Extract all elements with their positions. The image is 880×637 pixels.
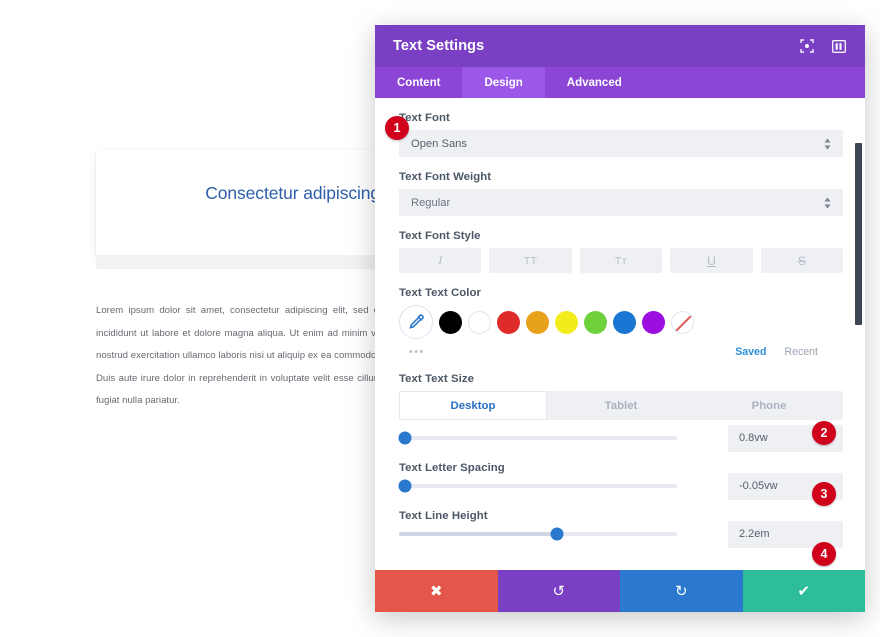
strikethrough-button[interactable]: S [760,248,844,273]
modal-header-icons [799,38,847,54]
modal-scrollbar-thumb[interactable] [855,143,862,325]
color-meta-row: ••• Saved Recent [399,345,843,359]
modal-title: Text Settings [393,38,485,54]
field-text-line-height: Text Line Height 2.2em [399,510,843,548]
device-tab-tablet[interactable]: Tablet [547,391,695,420]
letter-spacing-slider-row: -0.05vw [398,472,843,500]
text-font-weight-select[interactable]: Regular [399,189,843,216]
swatch-none[interactable] [671,310,694,334]
line-height-slider-thumb[interactable] [550,527,564,541]
modal-scrollbar-track[interactable] [855,98,862,570]
text-font-style-label: Text Font Style [399,230,481,242]
field-text-font: Text Font Open Sans [399,112,843,157]
text-settings-modal: Text Settings Content Design Advanced Te… [375,25,865,612]
letter-spacing-slider-track[interactable] [398,479,677,493]
text-size-slider-row: 0.8vw [398,424,843,452]
tab-design[interactable]: Design [462,67,545,98]
cancel-button[interactable]: ✖ [375,570,498,612]
annotation-badge-4: 4 [812,542,836,566]
expand-icon[interactable] [799,38,815,54]
swatch-white[interactable] [468,310,491,334]
modal-footer: ✖ ↺ ↻ ✔ [375,570,865,612]
capitalize-button[interactable]: Tᴛ [579,248,663,273]
text-font-select[interactable]: Open Sans [399,130,843,157]
annotation-badge-1: 1 [385,116,409,140]
device-tab-group: Desktop Tablet Phone [399,391,843,420]
field-text-text-color: Text Text Color ••• Saved Recent [399,287,843,359]
annotation-badge-2: 2 [812,421,836,445]
annotation-badge-3: 3 [812,482,836,506]
uppercase-button[interactable]: TT [489,248,572,273]
font-style-button-group: I TT Tᴛ U S [399,248,844,273]
layout-columns-icon[interactable] [831,38,847,54]
swatch-green[interactable] [584,310,607,334]
text-font-weight-label: Text Font Weight [399,171,492,183]
modal-tabs: Content Design Advanced [375,67,865,98]
swatch-blue[interactable] [613,310,636,334]
text-size-slider-thumb[interactable] [398,431,412,445]
modal-header: Text Settings [375,25,865,67]
text-text-color-label: Text Text Color [399,287,481,299]
text-font-value: Open Sans [411,137,467,150]
italic-button[interactable]: I [399,248,482,273]
field-text-letter-spacing: Text Letter Spacing -0.05vw [398,462,843,500]
text-font-weight-value: Regular [411,196,451,209]
chevron-updown-icon [824,138,831,149]
line-height-slider-track[interactable] [399,527,677,541]
letter-spacing-slider-thumb[interactable] [398,479,412,493]
eyedropper-icon[interactable] [399,305,433,339]
tab-content[interactable]: Content [375,67,462,98]
chevron-updown-icon [824,197,831,208]
field-text-font-weight: Text Font Weight Regular [399,171,843,216]
recent-colors-link[interactable]: Recent [784,346,818,358]
text-text-size-label: Text Text Size [399,373,474,385]
field-text-text-size: Text Text Size Desktop Tablet Phone 0.8v… [398,373,843,452]
swatch-black[interactable] [439,310,462,334]
swatch-purple[interactable] [642,310,665,334]
text-font-label: Text Font [399,112,450,124]
line-height-slider-row: 2.2em [399,520,843,548]
swatch-red[interactable] [497,310,520,334]
page-root: Consectetur adipiscing elit Lorem ipsum … [0,0,880,637]
save-button[interactable]: ✔ [742,570,865,612]
swatch-orange[interactable] [526,310,549,334]
more-colors-dots[interactable]: ••• [409,346,425,358]
tab-advanced[interactable]: Advanced [545,67,644,98]
text-size-slider-track[interactable] [398,431,677,445]
device-tab-phone[interactable]: Phone [695,391,843,420]
modal-body: Text Font Open Sans Text Font Weight Reg… [375,98,865,570]
undo-button[interactable]: ↺ [497,570,620,612]
redo-button[interactable]: ↻ [620,570,743,612]
color-swatch-row [399,305,843,339]
saved-colors-link[interactable]: Saved [735,346,766,358]
underline-button[interactable]: U [670,248,753,273]
swatch-yellow[interactable] [555,310,578,334]
device-tab-desktop[interactable]: Desktop [399,391,547,420]
field-text-font-style: Text Font Style I TT Tᴛ U S [399,230,844,273]
color-source-links: Saved Recent [735,346,818,358]
